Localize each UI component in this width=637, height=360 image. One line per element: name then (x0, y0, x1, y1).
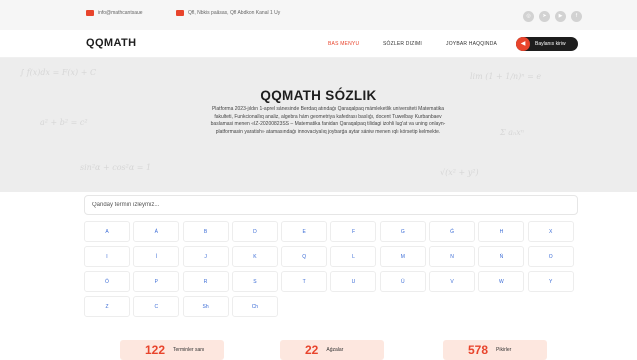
background-formula-decoration: sin²α + cos²α = 1 (80, 163, 152, 172)
alphabet-grid: A Á B D E F G Ǵ H X I Í J K Q L M N Ń O Ó P R S T U Ú V W Y Z C Sh Ch (84, 221, 578, 317)
letter-button[interactable]: W (478, 271, 525, 292)
letter-button[interactable]: T (281, 271, 328, 292)
background-formula-decoration: a² + b² = c² (40, 118, 88, 127)
letter-button[interactable]: I (84, 246, 130, 267)
letter-button[interactable]: E (281, 221, 328, 242)
youtube-icon[interactable]: ▶ (555, 11, 566, 22)
nav-item-home[interactable]: BAS MENYU (328, 41, 359, 47)
site-header: QQMATH BAS MENYU SÓZLER DIZIMI JOYBAR HA… (0, 30, 637, 58)
feedback-button[interactable]: ◀ Baylanıs kiriw (516, 37, 578, 51)
location-icon (176, 10, 184, 16)
telegram-icon[interactable]: ➤ (539, 11, 550, 22)
letter-button[interactable]: P (133, 271, 180, 292)
letter-button[interactable]: Í (133, 246, 180, 267)
hero-description: Platforma 2023-jıldın 1-aprel sánesinde … (210, 106, 446, 135)
letter-button[interactable]: F (330, 221, 377, 242)
letter-button[interactable]: X (527, 221, 574, 242)
mail-icon (86, 10, 94, 16)
letter-button[interactable]: Ó (84, 271, 130, 292)
background-formula-decoration: √(x² + y²) (440, 168, 479, 177)
search-input[interactable] (84, 195, 578, 215)
letter-button[interactable]: Á (133, 221, 180, 242)
letter-button[interactable]: J (182, 246, 229, 267)
letter-button[interactable]: A (84, 221, 130, 242)
letter-button[interactable]: Q (281, 246, 328, 267)
letter-button[interactable]: G (379, 221, 426, 242)
letter-button[interactable]: N (429, 246, 476, 267)
letter-button[interactable]: Ń (478, 246, 525, 267)
letter-button[interactable]: R (182, 271, 229, 292)
letter-button[interactable]: Sh (182, 296, 229, 317)
letter-button[interactable]: D (231, 221, 278, 242)
stat-card-terms: 122 Terminler sanı (120, 340, 224, 360)
background-formula-decoration: Σ aₙxⁿ (500, 128, 524, 137)
letter-button[interactable]: Ú (379, 271, 426, 292)
address-info: Qfl, Nbkis paâsas, Qfl Abdkon Kanal 1 Uy (176, 10, 280, 16)
letter-button[interactable]: L (330, 246, 377, 267)
top-info-bar: info@mathcantsaue Qfl, Nbkis paâsas, Qfl… (0, 0, 637, 30)
instagram-icon[interactable]: ◎ (523, 11, 534, 22)
feedback-label: Baylanıs kiriw (535, 41, 566, 47)
letter-button[interactable]: Z (84, 296, 130, 317)
letter-button[interactable]: K (231, 246, 278, 267)
stat-value: 122 (145, 343, 166, 357)
letter-button[interactable]: Ch (231, 296, 278, 317)
letter-button[interactable]: Ǵ (429, 221, 476, 242)
letter-button[interactable]: V (429, 271, 476, 292)
site-logo[interactable]: QQMATH (86, 37, 136, 49)
social-links: ◎ ➤ ▶ f (523, 11, 582, 22)
letter-button[interactable]: M (379, 246, 426, 267)
page-title: QQMATH SÓZLIK (260, 88, 377, 103)
nav-item-about[interactable]: JOYBAR HAQQINDA (446, 41, 497, 47)
facebook-icon[interactable]: f (571, 11, 582, 22)
letter-button[interactable]: C (133, 296, 180, 317)
megaphone-icon: ◀ (516, 37, 530, 51)
letter-button[interactable]: B (182, 221, 229, 242)
stat-value: 578 (468, 343, 489, 357)
nav-item-dictionary[interactable]: SÓZLER DIZIMI (383, 41, 422, 47)
letter-button[interactable]: H (478, 221, 525, 242)
address-text: Qfl, Nbkis paâsas, Qfl Abdkon Kanal 1 Uy (188, 10, 281, 16)
letter-button[interactable]: Y (527, 271, 574, 292)
hero-section: ∫ f(x)dx = F(x) + C lim (1 + 1/n)ⁿ = e a… (0, 58, 637, 192)
background-formula-decoration: lim (1 + 1/n)ⁿ = e (470, 72, 542, 81)
letter-button[interactable]: O (527, 246, 574, 267)
stat-value: 22 (305, 343, 319, 357)
email-info[interactable]: info@mathcantsaue (86, 10, 143, 16)
letter-button[interactable]: S (231, 271, 278, 292)
stat-card-comments: 578 Pikirler (443, 340, 547, 360)
background-formula-decoration: ∫ f(x)dx = F(x) + C (20, 68, 97, 77)
letter-button[interactable]: U (330, 271, 377, 292)
stat-card-members: 22 Aǵzalar (280, 340, 384, 360)
stat-label: Pikirler (496, 347, 512, 353)
stat-label: Terminler sanı (173, 347, 205, 353)
email-text[interactable]: info@mathcantsaue (98, 10, 143, 16)
stat-label: Aǵzalar (326, 347, 344, 353)
